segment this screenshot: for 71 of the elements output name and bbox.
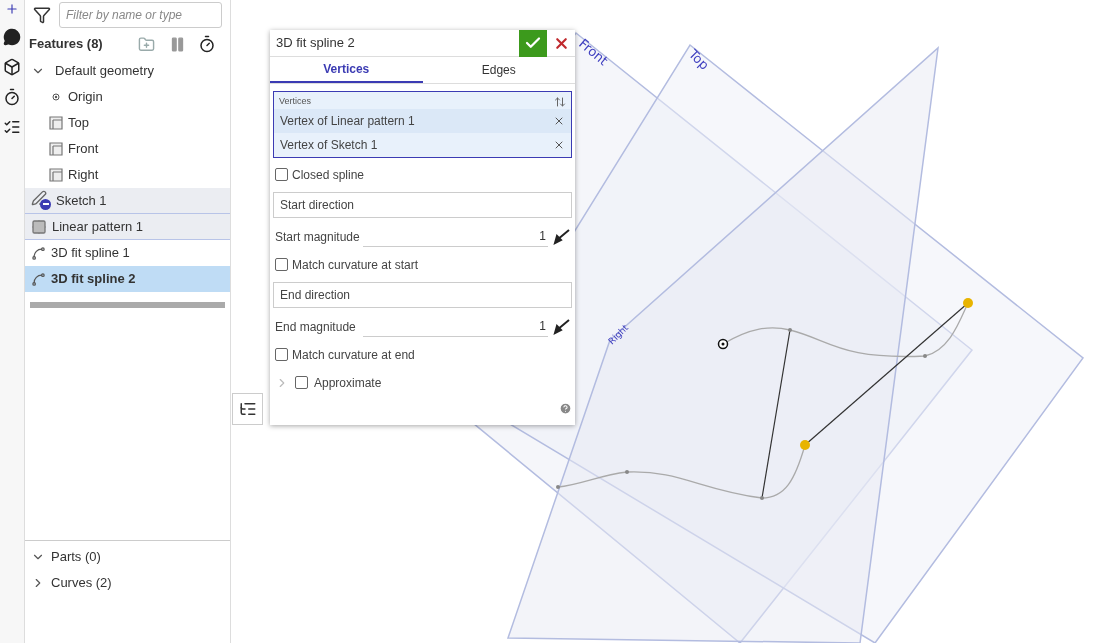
spline-icon: [31, 271, 46, 287]
section-header[interactable]: Curves (2): [25, 573, 230, 593]
selection-box[interactable]: Vertices Vertex of Linear pattern 1 Vertex of Sketch 1: [273, 91, 572, 158]
checkbox-label: Closed spline: [292, 166, 365, 184]
box-icon[interactable]: [3, 58, 21, 76]
dialog-title: 3D fit spline 2: [275, 34, 356, 53]
feature-label: Right: [68, 166, 99, 185]
tab[interactable]: Edges: [422, 57, 575, 83]
plane-icon: [49, 142, 63, 156]
selection-item[interactable]: Vertex of Linear pattern 1: [274, 108, 571, 133]
feature-label: Linear pattern 1: [52, 217, 144, 236]
sort-icon[interactable]: [554, 95, 566, 108]
checkbox[interactable]: [295, 376, 308, 389]
feature-item[interactable]: Right: [25, 162, 230, 188]
checkbox[interactable]: [275, 348, 288, 361]
direction-field[interactable]: Start direction: [273, 191, 572, 218]
filter-icon[interactable]: [33, 6, 51, 24]
checkbox-label: Match curvature at start: [292, 256, 419, 274]
tab[interactable]: Vertices: [270, 57, 423, 83]
feature-item[interactable]: 3D fit spline 1: [25, 240, 230, 266]
comment-icon[interactable]: [3, 28, 21, 46]
filter-field[interactable]: Filter by name or type: [59, 2, 222, 28]
feature-label: Front: [68, 140, 99, 159]
feature-item[interactable]: Sketch 1: [25, 188, 230, 214]
feature-label: Sketch 1: [56, 191, 107, 210]
pause-icon[interactable]: [169, 35, 186, 53]
checkbox-label: Approximate: [314, 374, 382, 392]
scrollbar[interactable]: [30, 302, 225, 308]
spline-icon: [31, 245, 46, 261]
selection-item[interactable]: Vertex of Sketch 1: [274, 132, 571, 157]
field-label: End magnitude: [275, 318, 357, 336]
magnitude-field[interactable]: 1: [363, 316, 548, 337]
direction-arrow-icon[interactable]: [552, 227, 570, 246]
list-icon: [238, 400, 257, 418]
feature-item[interactable]: Top: [25, 110, 230, 136]
feature-label: Origin: [68, 88, 103, 107]
stopwatch-icon[interactable]: [3, 88, 21, 106]
origin-marker[interactable]: [717, 338, 729, 350]
feature-item[interactable]: Origin: [25, 84, 230, 110]
section-header[interactable]: Parts (0): [25, 547, 230, 567]
feature-label: Default geometry: [55, 62, 154, 81]
pattern-icon: [31, 218, 47, 235]
feature-item[interactable]: Linear pattern 1: [25, 214, 230, 240]
stopwatch-icon[interactable]: [198, 35, 216, 53]
checkbox-label: Match curvature at end: [292, 346, 415, 364]
plane-icon: [49, 116, 63, 130]
checkbox[interactable]: [275, 168, 288, 181]
plane-label: Top: [685, 46, 712, 73]
vertex-point[interactable]: [800, 440, 810, 450]
checkbox[interactable]: [275, 258, 288, 271]
list-button[interactable]: [232, 393, 263, 425]
checklist-icon[interactable]: [3, 118, 21, 136]
feature-label: 3D fit spline 2: [51, 270, 136, 289]
field-label: Start magnitude: [275, 228, 359, 246]
feature-label: Top: [68, 114, 89, 133]
feature-item[interactable]: Default geometry: [25, 58, 230, 84]
direction-arrow-icon[interactable]: [552, 317, 570, 336]
accept-button[interactable]: [519, 29, 547, 57]
plane-icon: [49, 168, 63, 182]
origin-icon: [52, 93, 60, 101]
magnitude-field[interactable]: 1: [363, 226, 548, 247]
help-icon[interactable]: [559, 401, 572, 415]
selection-label: Vertices: [279, 95, 311, 108]
add-feature-icon[interactable]: [5, 2, 19, 16]
feature-item[interactable]: 3D fit spline 2: [25, 266, 230, 292]
direction-field[interactable]: End direction: [273, 281, 572, 308]
sketch-icon: [31, 189, 51, 208]
vertex-point[interactable]: [963, 298, 973, 308]
feature-item[interactable]: Front: [25, 136, 230, 162]
feature-label: 3D fit spline 1: [51, 244, 130, 263]
features-title: Features (8): [29, 35, 104, 54]
